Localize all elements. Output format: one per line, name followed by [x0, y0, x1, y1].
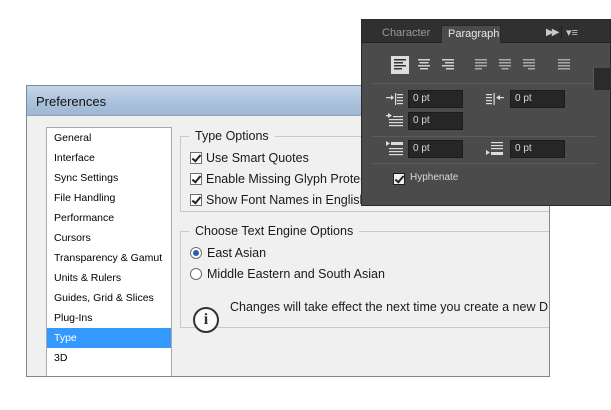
- align-left-icon: [394, 59, 406, 70]
- justify-last-left-icon: [475, 59, 487, 70]
- justify-last-left-button[interactable]: [472, 56, 490, 74]
- category-sync-settings[interactable]: Sync Settings: [47, 168, 171, 188]
- indent-right-icon: [486, 93, 504, 105]
- justify-last-right-button[interactable]: [520, 56, 538, 74]
- middle-eastern-label: Middle Eastern and South Asian: [207, 267, 385, 281]
- space-before-icon: [386, 141, 403, 156]
- category-3d[interactable]: 3D: [47, 348, 171, 368]
- category-general[interactable]: General: [47, 128, 171, 148]
- align-left-button[interactable]: [391, 56, 409, 74]
- align-right-icon: [442, 59, 454, 70]
- category-guides-grid-slices[interactable]: Guides, Grid & Slices: [47, 288, 171, 308]
- screenshot-root: Preferences General Interface Sync Setti…: [0, 0, 611, 410]
- category-interface[interactable]: Interface: [47, 148, 171, 168]
- category-performance[interactable]: Performance: [47, 208, 171, 228]
- missing-glyph-label: Enable Missing Glyph Protect: [206, 172, 370, 186]
- tab-character[interactable]: Character: [376, 25, 436, 43]
- paragraph-panel: Character Paragraph ▶▶ ▾≡ 0 pt 0 pt 0 pt…: [361, 19, 611, 206]
- panel-divider-2: [372, 136, 597, 137]
- east-asian-radio[interactable]: [190, 247, 202, 259]
- align-center-icon: [418, 59, 430, 70]
- east-asian-label: East Asian: [207, 246, 267, 260]
- panel-divider-1: [372, 83, 597, 84]
- justify-last-right-icon: [523, 59, 535, 70]
- text-engine-group: Choose Text Engine Options East Asian Mi…: [180, 223, 549, 333]
- type-options-legend: Type Options: [189, 128, 275, 144]
- category-file-handling[interactable]: File Handling: [47, 188, 171, 208]
- space-after-field[interactable]: 0 pt: [510, 140, 565, 158]
- panel-tab-bar: Character Paragraph ▶▶ ▾≡: [362, 20, 610, 43]
- indent-left-icon: [386, 93, 403, 105]
- indent-first-line-icon: [386, 113, 403, 127]
- middle-eastern-option[interactable]: Middle Eastern and South Asian: [190, 265, 385, 283]
- justify-last-center-button[interactable]: [496, 56, 514, 74]
- east-asian-option[interactable]: East Asian: [190, 244, 266, 262]
- tab-bar-divider: [561, 26, 562, 38]
- smart-quotes-checkbox[interactable]: [190, 152, 202, 164]
- panel-divider-3: [372, 163, 597, 164]
- category-cursors[interactable]: Cursors: [47, 228, 171, 248]
- adjacent-panel-edge: [593, 68, 611, 90]
- dialog-title: Preferences: [36, 94, 107, 109]
- space-before-field[interactable]: 0 pt: [408, 140, 463, 158]
- collapse-icon[interactable]: ▶▶: [546, 27, 559, 38]
- category-transparency-gamut[interactable]: Transparency & Gamut: [47, 248, 171, 268]
- missing-glyph-checkbox[interactable]: [190, 173, 202, 185]
- hyphenate-checkbox[interactable]: [393, 173, 405, 185]
- category-list: General Interface Sync Settings File Han…: [46, 127, 172, 376]
- text-engine-legend: Choose Text Engine Options: [189, 223, 360, 239]
- category-plug-ins[interactable]: Plug-Ins: [47, 308, 171, 328]
- info-message: Changes will take effect the next time y…: [230, 300, 548, 314]
- font-names-english-option[interactable]: Show Font Names in English: [190, 191, 367, 209]
- smart-quotes-option[interactable]: Use Smart Quotes: [190, 149, 309, 167]
- smart-quotes-label: Use Smart Quotes: [206, 151, 309, 165]
- category-units-rulers[interactable]: Units & Rulers: [47, 268, 171, 288]
- align-center-button[interactable]: [415, 56, 433, 74]
- category-type[interactable]: Type: [47, 328, 171, 348]
- font-names-english-label: Show Font Names in English: [206, 193, 367, 207]
- info-icon: i: [193, 307, 219, 333]
- align-right-button[interactable]: [439, 56, 457, 74]
- indent-left-field[interactable]: 0 pt: [408, 90, 463, 108]
- justify-last-center-icon: [499, 59, 511, 70]
- hyphenate-label: Hyphenate: [410, 172, 459, 183]
- tab-paragraph[interactable]: Paragraph: [441, 25, 501, 43]
- indent-first-line-field[interactable]: 0 pt: [408, 112, 463, 130]
- space-after-icon: [486, 142, 503, 155]
- font-names-english-checkbox[interactable]: [190, 194, 202, 206]
- justify-all-icon: [558, 59, 570, 70]
- missing-glyph-option[interactable]: Enable Missing Glyph Protect: [190, 170, 370, 188]
- indent-right-field[interactable]: 0 pt: [510, 90, 565, 108]
- middle-eastern-radio[interactable]: [190, 268, 202, 280]
- justify-all-button[interactable]: [555, 56, 573, 74]
- panel-menu-icon[interactable]: ▾≡: [566, 26, 578, 39]
